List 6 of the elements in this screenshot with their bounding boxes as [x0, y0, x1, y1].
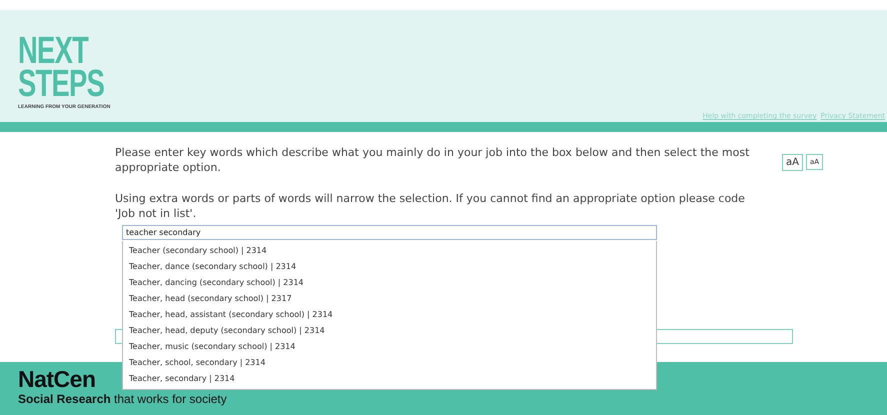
- brand-tagline: Social Research that works for society: [18, 391, 228, 407]
- instruction-text: Please enter key words which describe what you mainly do in your job into the box below and then select the most appropriate option.: [115, 145, 750, 175]
- brand-name: NatCen: [18, 367, 96, 391]
- logo-text: NEXT: [18, 35, 88, 68]
- logo-text: STEPS: [18, 68, 104, 101]
- instruction-text: Using extra words or parts of words will narrow the selection. If you cannot find an appropriate option please code 'Job not in list'.: [115, 191, 746, 221]
